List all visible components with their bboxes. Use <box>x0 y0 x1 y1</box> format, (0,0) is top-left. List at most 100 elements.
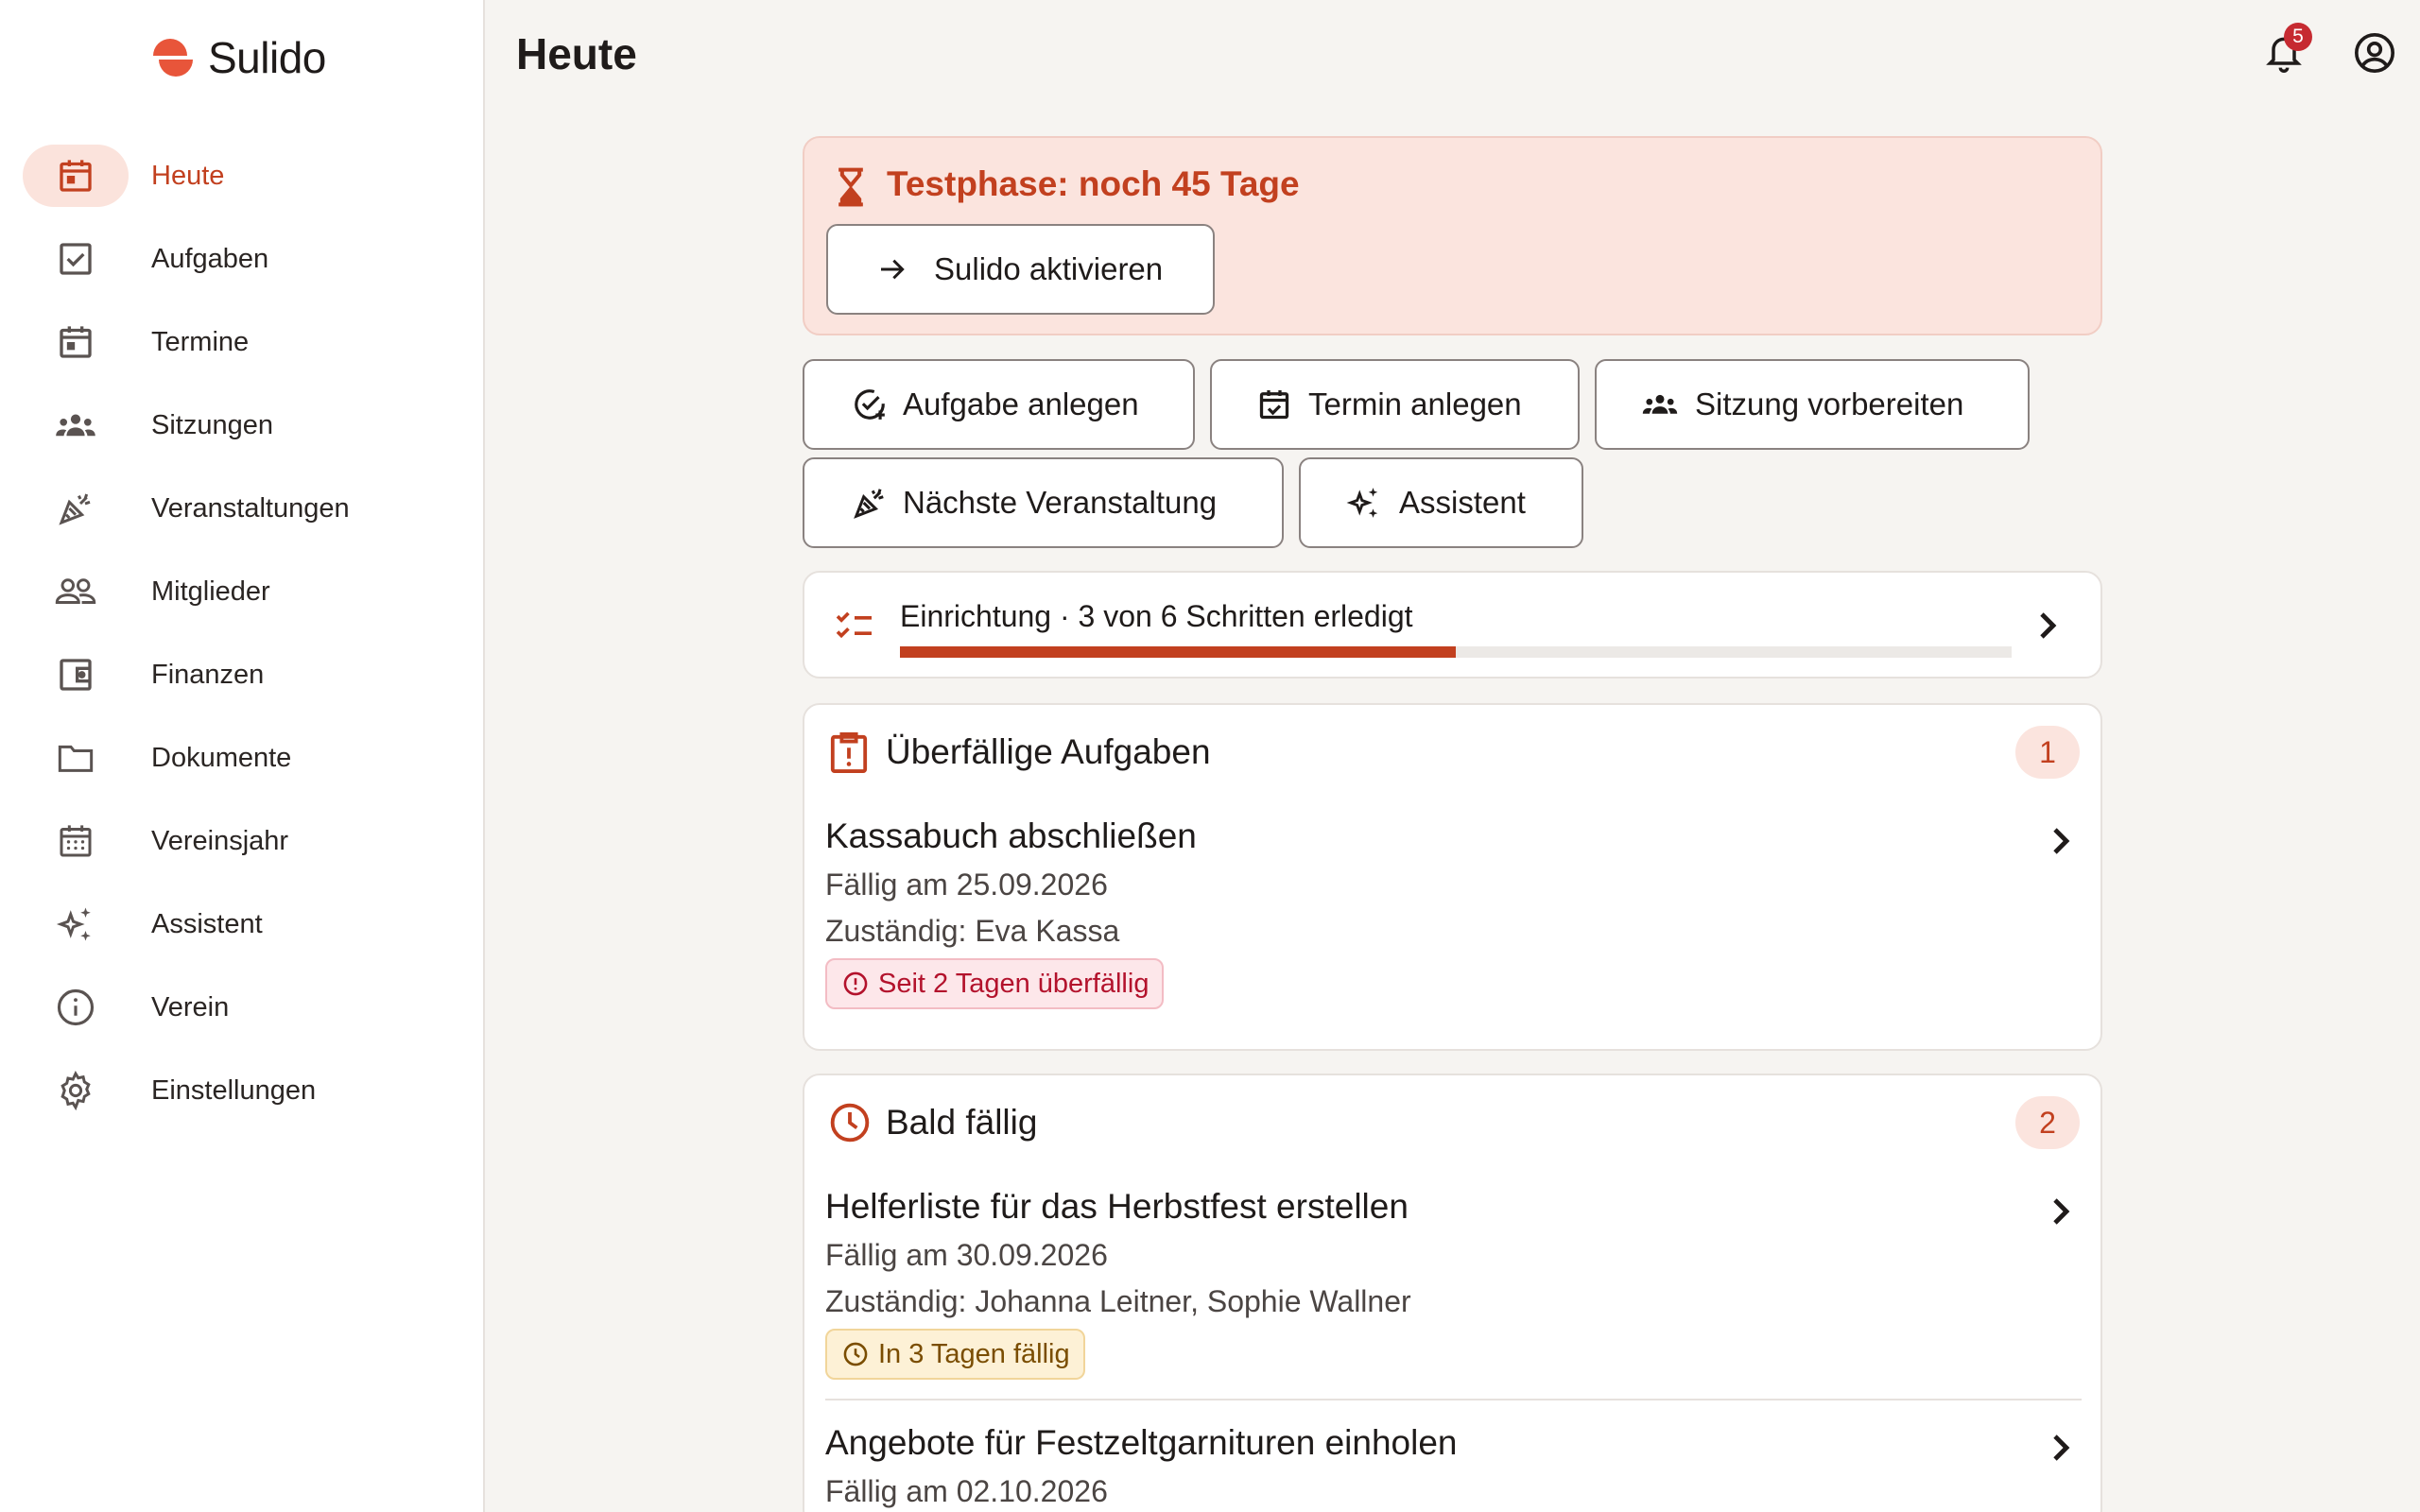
sidebar-item-finanzen[interactable]: Finanzen <box>0 633 485 716</box>
task-item[interactable]: Angebote für Festzeltgarnituren einholen… <box>825 1423 2082 1512</box>
calendar-today-icon <box>23 145 129 207</box>
setup-progress-card[interactable]: Einrichtung · 3 von 6 Schritten erledigt <box>803 571 2102 679</box>
gear-icon <box>38 1070 113 1111</box>
sidebar-item-verein[interactable]: Verein <box>0 966 485 1049</box>
next-event-label: Nächste Veranstaltung <box>903 485 1218 520</box>
arrow-right-icon <box>877 254 908 284</box>
create-appointment-button[interactable]: Termin anlegen <box>1210 359 1580 450</box>
task-title: Angebote für Festzeltgarnituren einholen <box>825 1423 1458 1462</box>
chevron-right-icon <box>2053 1435 2070 1461</box>
overdue-title: Überfällige Aufgaben <box>886 732 1211 771</box>
sidebar-item-assistent[interactable]: Assistent <box>0 883 485 966</box>
task-owner: Zuständig: Johanna Leitner, Sophie Walln… <box>825 1284 1411 1318</box>
sidebar-item-mitglieder[interactable]: Mitglieder <box>0 550 485 633</box>
setup-progress-text: Einrichtung · 3 von 6 Schritten erledigt <box>900 599 1413 633</box>
account-circle-icon <box>2355 33 2394 73</box>
app-logo[interactable]: Sulido <box>149 32 326 83</box>
setup-progress-bar <box>900 646 2012 658</box>
sidebar-item-label: Dokumente <box>151 742 292 773</box>
groups-icon <box>1640 388 1680 421</box>
chevron-right-icon <box>2053 828 2070 854</box>
create-task-button[interactable]: Aufgabe anlegen <box>803 359 1195 450</box>
sidebar-item-dokumente[interactable]: Dokumente <box>0 716 485 799</box>
app-name: Sulido <box>208 33 326 82</box>
assistant-button[interactable]: Assistent <box>1299 457 1583 548</box>
next-event-button[interactable]: Nächste Veranstaltung <box>803 457 1284 548</box>
sulido-logo-icon <box>153 39 193 77</box>
prepare-meeting-button[interactable]: Sitzung vorbereiten <box>1595 359 2030 450</box>
sidebar-item-label: Finanzen <box>151 659 265 690</box>
sidebar: Sulido Heute Aufgaben Termine Sitzungen <box>0 0 485 1512</box>
create-task-label: Aufgabe anlegen <box>903 387 1139 421</box>
calendar-month-icon <box>38 820 113 862</box>
setup-progress-fill <box>900 646 1456 658</box>
sidebar-item-vereinsjahr[interactable]: Vereinsjahr <box>0 799 485 883</box>
calendar-check-icon <box>1257 387 1291 421</box>
groups-icon <box>38 404 113 446</box>
sidebar-item-label: Sitzungen <box>151 409 273 440</box>
assistant-label: Assistent <box>1399 485 1526 520</box>
due-soon-title: Bald fällig <box>886 1103 1038 1142</box>
sidebar-item-label: Aufgaben <box>151 243 269 274</box>
sidebar-item-label: Vereinsjahr <box>151 825 289 856</box>
wallet-icon <box>38 654 113 696</box>
overdue-tasks-card: Überfällige Aufgaben 1 Kassabuch abschli… <box>803 703 2102 1051</box>
sidebar-item-label: Mitglieder <box>151 576 270 607</box>
overdue-count-badge: 1 <box>2015 726 2080 779</box>
sidebar-item-veranstaltungen[interactable]: Veranstaltungen <box>0 467 485 550</box>
clock-icon <box>843 1342 868 1366</box>
sidebar-item-termine[interactable]: Termine <box>0 301 485 384</box>
task-due-date: Fällig am 25.09.2026 <box>825 868 1108 902</box>
task-item[interactable]: Kassabuch abschließen Fällig am 25.09.20… <box>825 816 2082 1024</box>
task-item[interactable]: Helferliste für das Herbstfest erstellen… <box>825 1187 2082 1395</box>
task-title: Helferliste für das Herbstfest erstellen <box>825 1187 1409 1226</box>
sidebar-item-label: Assistent <box>151 908 263 939</box>
trial-title: Testphase: noch 45 Tage <box>887 164 1300 203</box>
sidebar-item-heute[interactable]: Heute <box>0 134 485 217</box>
task-title: Kassabuch abschließen <box>825 816 1197 855</box>
activate-button[interactable]: Sulido aktivieren <box>826 224 1215 315</box>
clock-icon <box>830 1103 870 1143</box>
due-soon-card: Bald fällig 2 Helferliste für das Herbst… <box>803 1074 2102 1512</box>
celebration-icon <box>38 488 113 529</box>
trial-banner: Testphase: noch 45 Tage Sulido aktiviere… <box>803 136 2102 335</box>
alert-clipboard-icon <box>830 732 868 773</box>
alert-circle-icon <box>843 971 868 996</box>
due-soon-tag-label: In 3 Tagen fällig <box>878 1338 1070 1369</box>
task-due-date: Fällig am 30.09.2026 <box>825 1238 1108 1272</box>
celebration-icon <box>852 485 888 521</box>
sidebar-item-label: Termine <box>151 326 250 357</box>
notification-count-badge: 5 <box>2284 23 2312 51</box>
calendar-icon <box>38 321 113 363</box>
task-owner: Zuständig: Eva Kassa <box>825 914 1120 948</box>
create-appointment-label: Termin anlegen <box>1308 387 1522 421</box>
chevron-right-icon <box>2040 612 2057 639</box>
prepare-meeting-label: Sitzung vorbereiten <box>1695 387 1964 421</box>
members-icon <box>38 571 113 612</box>
checklist-icon <box>836 611 872 639</box>
page-title: Heute <box>516 29 637 78</box>
task-due-date: Fällig am 02.10.2026 <box>825 1474 1108 1508</box>
sparkle-icon <box>38 903 113 945</box>
sidebar-item-label: Heute <box>151 160 225 191</box>
checkbox-icon <box>38 238 113 280</box>
account-button[interactable] <box>2348 26 2401 79</box>
overdue-tag-label: Seit 2 Tagen überfällig <box>878 968 1150 999</box>
add-task-icon <box>852 387 888 422</box>
due-soon-tag: In 3 Tagen fällig <box>825 1329 1085 1380</box>
sidebar-item-einstellungen[interactable]: Einstellungen <box>0 1049 485 1132</box>
chevron-right-icon <box>2053 1198 2070 1225</box>
sidebar-item-label: Verein <box>151 991 230 1022</box>
sidebar-item-sitzungen[interactable]: Sitzungen <box>0 384 485 467</box>
task-divider <box>825 1399 2082 1400</box>
folder-icon <box>38 737 113 779</box>
sidebar-item-label: Veranstaltungen <box>151 492 350 524</box>
due-soon-count-badge: 2 <box>2015 1096 2080 1149</box>
hourglass-icon <box>838 167 863 207</box>
info-icon <box>38 987 113 1028</box>
activate-label: Sulido aktivieren <box>934 251 1164 286</box>
sidebar-nav: Heute Aufgaben Termine Sitzungen Veranst… <box>0 134 485 1132</box>
sparkle-icon <box>1346 485 1382 521</box>
sidebar-item-aufgaben[interactable]: Aufgaben <box>0 217 485 301</box>
overdue-tag: Seit 2 Tagen überfällig <box>825 958 1165 1009</box>
